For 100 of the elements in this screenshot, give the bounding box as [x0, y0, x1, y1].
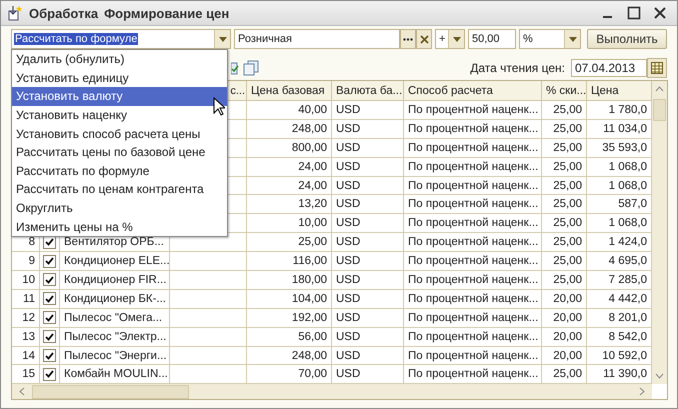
base-price: 192,00 [292, 312, 327, 324]
calendar-icon[interactable] [647, 58, 667, 78]
currency: USD [336, 330, 360, 343]
discount-percent: 25,00 [553, 180, 582, 192]
price: 1 068,0 [608, 180, 647, 192]
price: 8 542,0 [608, 330, 647, 343]
price: 7 285,0 [608, 274, 647, 286]
discount-percent: 25,00 [553, 217, 582, 230]
clear-button[interactable] [416, 29, 432, 49]
menu-item[interactable]: Установить способ расчета цены [12, 124, 227, 143]
mouse-cursor-icon [213, 97, 225, 116]
clear-icon [420, 34, 428, 44]
discount-percent: 25,00 [553, 236, 582, 248]
row-number: 11 [23, 292, 35, 305]
base-price: 13,20 [298, 198, 327, 210]
product-name: Кондиционер FIR... [64, 274, 166, 286]
price: 4 442,0 [608, 292, 647, 305]
menu-item[interactable]: Рассчитать цены по базовой цене [12, 142, 227, 162]
calculation-method: По процентной наценк... [408, 274, 538, 286]
discount-percent: 25,00 [553, 198, 582, 210]
close-icon[interactable] [653, 6, 667, 20]
menu-item[interactable]: Рассчитать по формуле [12, 162, 227, 180]
select-button[interactable] [400, 29, 416, 49]
menu-item[interactable]: Изменить цены на % [12, 217, 227, 236]
window-title: Формирование цен [104, 6, 230, 20]
product-name: Кондиционер БК-... [64, 292, 166, 305]
dropdown-arrow-icon [218, 36, 226, 42]
menu-item[interactable]: Установить единицу [12, 68, 227, 88]
window-type-label: Обработка [29, 6, 98, 20]
row-checkbox[interactable] [43, 368, 56, 381]
column-header[interactable]: Цена [587, 81, 652, 101]
discount-percent: 25,00 [553, 142, 582, 154]
ellipsis-icon [403, 38, 413, 40]
discount-percent: 20,00 [553, 350, 582, 362]
row-number: 14 [22, 350, 35, 362]
action-combo[interactable]: Рассчитать по формуле [11, 29, 231, 49]
product-name: Вентилятор ОРБ... [64, 236, 164, 248]
processing-icon [7, 5, 23, 21]
base-price: 40,00 [298, 104, 327, 116]
price: 1 780,0 [608, 104, 647, 116]
currency: USD [336, 312, 360, 324]
dropdown-arrow-icon [568, 36, 576, 42]
date-field[interactable]: 07.04.2013 [571, 59, 647, 77]
column-header[interactable]: Способ расчета [404, 81, 542, 101]
product-name: Пылесос "Электр... [64, 330, 166, 343]
calculation-method: По процентной наценк... [408, 104, 538, 116]
row-checkbox[interactable] [43, 254, 56, 268]
product-name: Комбайн MOULIN... [64, 368, 168, 380]
currency: USD [336, 160, 360, 173]
calculation-method: По процентной наценк... [408, 255, 538, 268]
calculation-method: По процентной наценк... [408, 292, 538, 305]
unit-combo[interactable]: % [519, 29, 581, 49]
row-number: 8 [28, 236, 35, 248]
copy-icon[interactable] [243, 60, 259, 76]
amount-field[interactable]: 50,00 [468, 29, 516, 49]
column-header[interactable]: % ски... [542, 81, 587, 101]
row-checkbox[interactable] [43, 311, 56, 324]
maximize-icon[interactable] [627, 6, 641, 20]
discount-percent: 25,00 [553, 255, 582, 268]
checklist-icon[interactable] [231, 61, 239, 75]
currency: USD [336, 198, 360, 210]
row-number: 12 [22, 312, 35, 324]
discount-percent: 25,00 [553, 274, 582, 286]
row-checkbox[interactable] [43, 292, 56, 306]
discount-percent: 25,00 [553, 104, 582, 116]
row-checkbox[interactable] [43, 330, 56, 344]
vertical-scrollbar[interactable] [652, 81, 667, 384]
price-type-field[interactable]: Розничная [234, 29, 400, 49]
row-checkbox[interactable] [43, 273, 56, 286]
calculation-method: По процентной наценк... [408, 236, 538, 248]
calculation-method: По процентной наценк... [408, 122, 538, 135]
horizontal-scrollbar[interactable] [12, 384, 652, 400]
scroll-thumb[interactable] [32, 384, 189, 399]
currency: USD [336, 368, 360, 380]
row-number: 13 [22, 330, 35, 343]
menu-item[interactable]: Рассчитать по ценам контрагента [12, 180, 227, 199]
menu-item[interactable]: Удалить (обнулить) [12, 50, 227, 69]
execute-button[interactable]: Выполнить [587, 29, 667, 49]
dropdown-arrow-icon [452, 36, 461, 42]
discount-percent: 25,00 [553, 368, 582, 380]
column-header[interactable]: Цена базовая [247, 81, 332, 101]
product-name: Кондиционер ELE... [64, 255, 169, 268]
calculation-method: По процентной наценк... [408, 217, 538, 230]
price: 4 695,0 [608, 255, 647, 268]
sign-combo[interactable]: + [435, 29, 465, 49]
calculation-method: По процентной наценк... [408, 368, 538, 380]
scroll-thumb[interactable] [653, 99, 666, 121]
base-price: 800,00 [292, 142, 327, 154]
row-checkbox[interactable] [43, 349, 56, 362]
price: 35 593,0 [602, 142, 647, 154]
price: 1 068,0 [608, 217, 647, 230]
calculation-method: По процентной наценк... [408, 312, 538, 324]
menu-item[interactable]: Установить наценку [12, 106, 227, 124]
menu-item[interactable]: Округлить [12, 198, 227, 218]
currency: USD [336, 236, 360, 248]
currency: USD [336, 255, 360, 268]
calculation-method: По процентной наценк... [408, 198, 538, 210]
menu-item[interactable]: Установить валюту [12, 87, 227, 106]
currency: USD [336, 217, 360, 230]
column-header[interactable]: Валюта ба... [332, 81, 404, 101]
